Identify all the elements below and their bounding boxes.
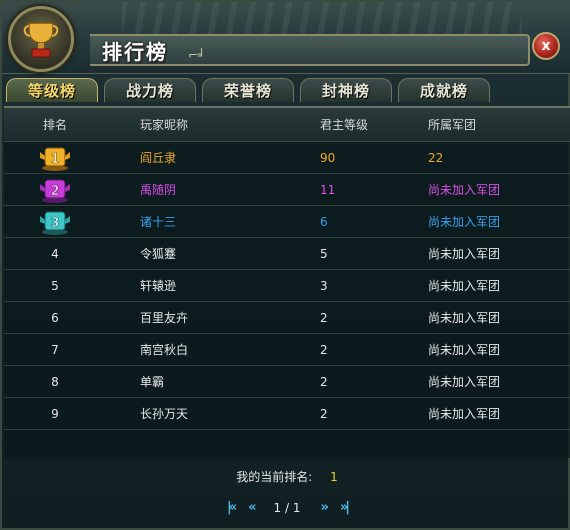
legion-name: 尚未加入军团 (428, 375, 501, 389)
player-name: 南宫秋白 (140, 343, 189, 357)
player-name: 百里友卉 (140, 311, 189, 325)
tab-deity-ranking[interactable]: 封神榜 (300, 78, 392, 102)
lord-level: 5 (320, 246, 328, 261)
lord-level: 3 (320, 278, 328, 293)
lord-level: 6 (320, 214, 328, 229)
my-rank-value: 1 (330, 470, 338, 484)
lord-level: 2 (320, 310, 328, 325)
first-page-button[interactable]: |« (227, 500, 237, 515)
tab-level-ranking[interactable]: 等级榜 (6, 78, 98, 102)
ranking-table: 排名 玩家昵称 君主等级 所属军团 1 阎丘隶 90 22 2 禹随阴 11 尚… (4, 106, 570, 458)
table-row[interactable]: 5 轩辕逊 3 尚未加入军团 (4, 270, 570, 302)
lord-level: 2 (320, 342, 328, 357)
next-page-button[interactable]: » (320, 500, 329, 515)
lord-level: 11 (320, 182, 336, 197)
last-page-button[interactable]: »| (340, 500, 350, 515)
rank-number: 8 (51, 374, 59, 389)
header-player-name: 玩家昵称 (140, 118, 189, 132)
table-row[interactable]: 6 百里友卉 2 尚未加入军团 (4, 302, 570, 334)
table-row[interactable]: 8 单霸 2 尚未加入军团 (4, 366, 570, 398)
player-name: 长孙万天 (140, 407, 189, 421)
svg-text:1: 1 (50, 152, 59, 167)
legion-name: 22 (428, 150, 444, 165)
close-icon: x (541, 38, 551, 54)
page-indicator: 1 / 1 (273, 500, 301, 515)
header-lord-level: 君主等级 (320, 118, 369, 132)
rank-number: 4 (51, 246, 59, 261)
my-rank-line: 我的当前排名: 1 (2, 468, 570, 485)
window-title: 排行榜 (102, 40, 168, 64)
rank-number: 7 (51, 342, 59, 357)
table-header: 排名 玩家昵称 君主等级 所属军团 (4, 108, 570, 142)
legion-name: 尚未加入军团 (428, 183, 501, 197)
table-row[interactable]: 7 南宫秋白 2 尚未加入军团 (4, 334, 570, 366)
title-ornament-icon: ⌐╛ (188, 48, 206, 62)
prev-page-button[interactable]: « (248, 500, 257, 515)
legion-name: 尚未加入军团 (428, 343, 501, 357)
table-row[interactable]: 3 诸十三 6 尚未加入军团 (4, 206, 570, 238)
rank-number: 5 (51, 278, 59, 293)
legion-name: 尚未加入军团 (428, 311, 501, 325)
close-button[interactable]: x (532, 32, 560, 60)
rank-number: 9 (51, 406, 59, 421)
legion-name: 尚未加入军团 (428, 407, 501, 421)
rank-3-medal-icon: 3 (4, 208, 106, 236)
header-rank: 排名 (42, 118, 67, 132)
tab-honor-ranking[interactable]: 荣誉榜 (202, 78, 294, 102)
legion-name: 尚未加入军团 (428, 215, 501, 229)
player-name: 令狐蹇 (140, 247, 177, 261)
player-name: 轩辕逊 (140, 279, 177, 293)
trophy-emblem-icon (8, 6, 74, 72)
player-name: 诸十三 (140, 215, 177, 229)
table-row[interactable]: 4 令狐蹇 5 尚未加入军团 (4, 238, 570, 270)
legion-name: 尚未加入军团 (428, 247, 501, 261)
player-name: 阎丘隶 (140, 151, 177, 165)
svg-text:3: 3 (50, 216, 59, 231)
legion-name: 尚未加入军团 (428, 279, 501, 293)
rank-2-medal-icon: 2 (4, 176, 106, 204)
ranking-tabs: 等级榜 战力榜 荣誉榜 封神榜 成就榜 (6, 78, 490, 102)
rank-number: 6 (51, 310, 59, 325)
svg-text:2: 2 (50, 184, 59, 199)
player-name: 单霸 (140, 375, 165, 389)
table-row[interactable]: 9 长孙万天 2 尚未加入军团 (4, 398, 570, 430)
lord-level: 2 (320, 374, 328, 389)
table-row[interactable]: 1 阎丘隶 90 22 (4, 142, 570, 174)
my-rank-label: 我的当前排名: (236, 470, 313, 484)
rank-1-medal-icon: 1 (4, 144, 106, 172)
header-legion: 所属军团 (428, 118, 477, 132)
lord-level: 90 (320, 150, 336, 165)
player-name: 禹随阴 (140, 183, 177, 197)
ranking-window: 排行榜 ⌐╛ x 等级榜 战力榜 荣誉榜 封神榜 成就榜 排名 玩家昵称 君主等… (0, 0, 570, 530)
pagination: |« « 1 / 1 » »| (2, 500, 570, 515)
lord-level: 2 (320, 406, 328, 421)
tab-achievement-ranking[interactable]: 成就榜 (398, 78, 490, 102)
tab-power-ranking[interactable]: 战力榜 (104, 78, 196, 102)
table-row[interactable]: 2 禹随阴 11 尚未加入军团 (4, 174, 570, 206)
